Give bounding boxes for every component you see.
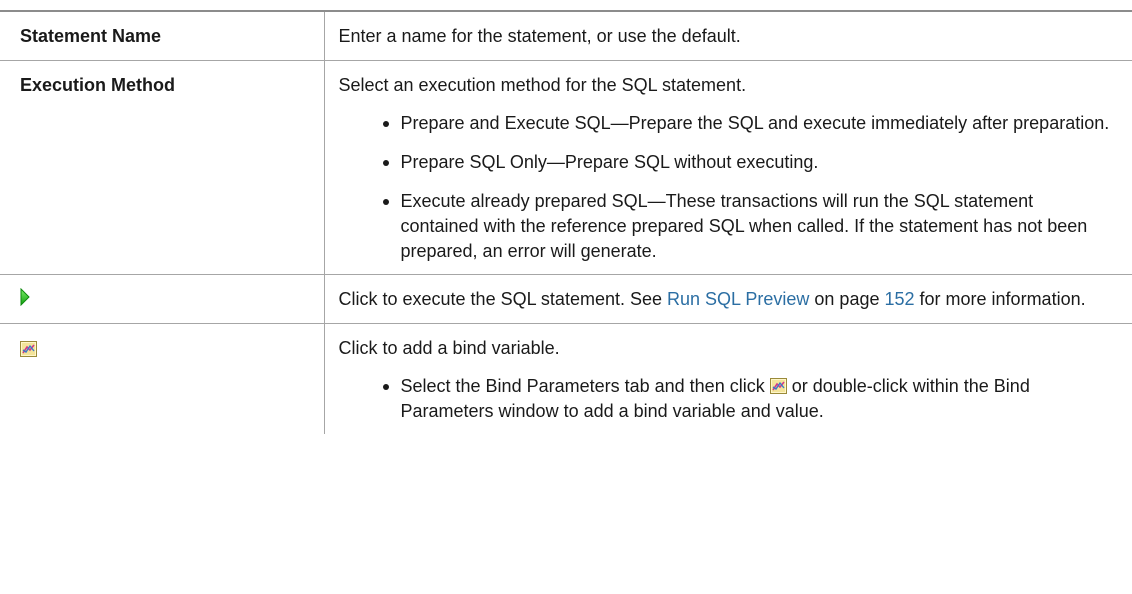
execution-method-label: Execution Method [0,60,325,275]
execution-option-execute-prepared: Execute already prepared SQL—These trans… [381,189,1115,264]
table-row-bind-variable: Click to add a bind variable. Select the… [0,323,1132,434]
bind-variable-inline-icon [769,376,787,394]
execute-text-middle: on page [809,289,885,309]
execution-method-options: Prepare and Execute SQL—Prepare the SQL … [339,111,1115,264]
execution-method-description: Select an execution method for the SQL s… [338,75,747,95]
bind-step-text-before: Select the Bind Parameters tab and then … [400,376,770,396]
bind-variable-icon [20,339,37,357]
table-row-statement-name: Statement Name Enter a name for the stat… [0,10,1132,61]
bind-variable-description: Click to add a bind variable. [338,338,560,358]
properties-table: Statement Name Enter a name for the stat… [0,10,1132,434]
green-play-icon [20,287,30,307]
execute-text-after: for more information. [914,289,1086,309]
bind-variable-step: Select the Bind Parameters tab and then … [381,374,1115,424]
statement-name-description: Enter a name for the statement, or use t… [324,10,1132,61]
execute-text-before: Click to execute the SQL statement. See [338,289,667,309]
execution-option-prepare-and-execute: Prepare and Execute SQL—Prepare the SQL … [381,111,1115,136]
table-row-execute: Click to execute the SQL statement. See … [0,274,1132,324]
run-sql-preview-link[interactable]: Run SQL Preview [667,289,809,309]
table-row-execution-method: Execution Method Select an execution met… [0,60,1132,275]
execution-option-prepare-only: Prepare SQL Only—Prepare SQL without exe… [381,150,1115,175]
page-152-link[interactable]: 152 [884,289,914,309]
statement-name-label: Statement Name [0,10,325,61]
bind-variable-steps: Select the Bind Parameters tab and then … [339,374,1115,424]
